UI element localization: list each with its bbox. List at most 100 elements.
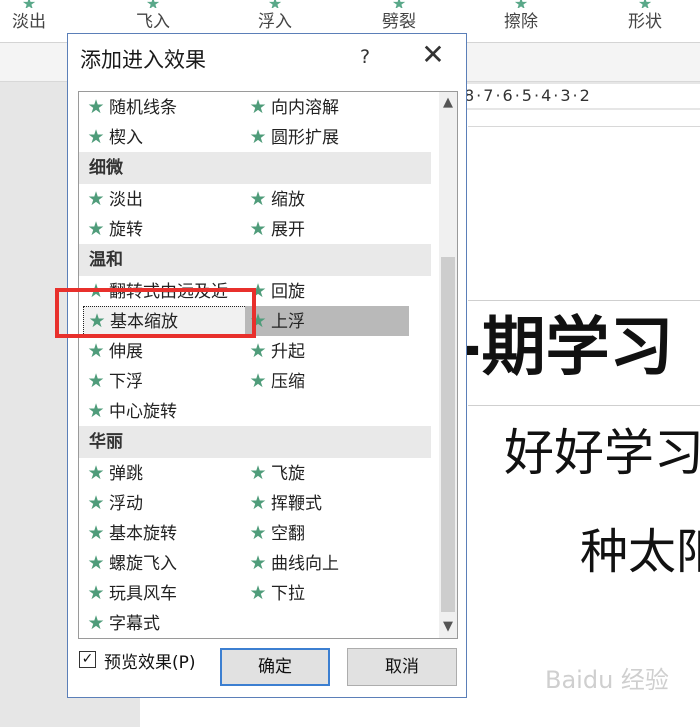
effect-item[interactable]: ★ 挥鞭式 (245, 488, 409, 518)
annotation-highlight-box (55, 288, 256, 338)
category-header: 温和 (79, 244, 431, 276)
effect-item[interactable]: ★ 弹跳 (83, 458, 249, 488)
effect-item[interactable]: ★ 中心旋转 (83, 396, 249, 426)
effect-item[interactable]: ★ 下拉 (245, 578, 409, 608)
effect-item[interactable]: ★ 展开 (245, 214, 409, 244)
star-icon: ★ (87, 552, 105, 574)
ribbon-effect-label: 擦除 (504, 12, 538, 32)
star-icon: ★ (87, 582, 105, 604)
effect-item-label: 楔入 (109, 128, 143, 148)
star-icon: ★ (249, 340, 267, 362)
slide-title[interactable]: -期学习 (455, 308, 674, 388)
effect-row: ★ 淡出 ★ 缩放 (79, 184, 441, 214)
star-icon: ★ (249, 188, 267, 210)
effect-item[interactable]: ★ 玩具风车 (83, 578, 249, 608)
ribbon-effect-label: 浮入 (258, 12, 292, 32)
star-icon: ★ (249, 582, 267, 604)
effect-row: ★ 弹跳 ★ 飞旋 (79, 458, 441, 488)
effect-row: ★ 字幕式 (79, 608, 441, 638)
ribbon-effect-label: 劈裂 (382, 12, 416, 32)
effect-item[interactable]: ★ 回旋 (245, 276, 409, 306)
effect-item[interactable]: ★ 浮动 (83, 488, 249, 518)
effect-item[interactable]: ★ 圆形扩展 (245, 122, 409, 152)
help-icon[interactable]: ? (353, 42, 377, 72)
effect-list[interactable]: ★ 随机线条 ★ 向内溶解 ★ 楔入 ★ 圆形扩展 细微 ★ 淡出 ★ 缩放 ★ 旋转 ★ 展开 温和 ★ 翻转式由远… (78, 91, 458, 639)
category-header: 细微 (79, 152, 431, 184)
ruler: 8·7·6·5·4·3·2 (460, 84, 700, 108)
effect-item-label: 曲线向上 (271, 554, 339, 574)
effect-row: ★ 中心旋转 (79, 396, 441, 426)
preview-effect-label[interactable]: 预览效果(P) (104, 648, 196, 673)
ribbon-effect-2[interactable]: ★ 浮入 (240, 0, 310, 36)
star-icon: ★ (87, 462, 105, 484)
effect-item[interactable]: ★ 飞旋 (245, 458, 409, 488)
ribbon-effect-4[interactable]: ★ 擦除 (486, 0, 556, 36)
star-icon: ★ (486, 0, 556, 8)
effect-item[interactable]: ★ 伸展 (83, 336, 249, 366)
category-header: 华丽 (79, 426, 431, 458)
effect-item[interactable]: ★ 下浮 (83, 366, 249, 396)
star-icon: ★ (249, 370, 267, 392)
effect-item-label: 圆形扩展 (271, 128, 339, 148)
slide-subtitle-1[interactable]: 好好学习 (504, 418, 700, 488)
star-icon: ★ (249, 126, 267, 148)
preview-effect-checkbox[interactable]: ✓ (79, 651, 96, 668)
star-icon: ★ (249, 552, 267, 574)
effect-item-label: 升起 (271, 342, 305, 362)
effect-row: ★ 伸展 ★ 升起 (79, 336, 441, 366)
effect-item-label: 基本旋转 (109, 524, 177, 544)
ribbon-effect-5[interactable]: ★ 形状 (610, 0, 680, 36)
effect-item[interactable]: ★ 螺旋飞入 (83, 548, 249, 578)
close-icon[interactable]: ✕ (418, 40, 448, 70)
effect-item-label: 飞旋 (271, 464, 305, 484)
dialog-title: 添加进入效果 (80, 48, 206, 72)
scroll-down-arrow-icon[interactable]: ▼ (439, 616, 457, 638)
effect-item[interactable]: ★ 旋转 (83, 214, 249, 244)
slide-subtitle-2[interactable]: 种太阳 (580, 520, 700, 584)
effect-item[interactable]: ★ 字幕式 (83, 608, 249, 638)
star-icon: ★ (0, 0, 64, 8)
star-icon: ★ (87, 370, 105, 392)
star-icon: ★ (364, 0, 434, 8)
ribbon-effect-label: 形状 (628, 12, 662, 32)
star-icon: ★ (87, 340, 105, 362)
effect-item[interactable]: ★ 淡出 (83, 184, 249, 214)
ribbon-effect-3[interactable]: ★ 劈裂 (364, 0, 434, 36)
add-entrance-effect-dialog: 添加进入效果 ? ✕ ★ 随机线条 ★ 向内溶解 ★ 楔入 ★ 圆形扩展 细微 ★ 淡出 ★ 缩放 ★ 旋转… (67, 33, 467, 698)
ribbon-effect-0[interactable]: ★ 淡出 (0, 0, 64, 36)
cancel-button[interactable]: 取消 (347, 648, 457, 686)
star-icon: ★ (87, 400, 105, 422)
star-icon: ★ (87, 96, 105, 118)
ribbon-effect-1[interactable]: ★ 飞入 (118, 0, 188, 36)
star-icon: ★ (87, 126, 105, 148)
star-icon: ★ (87, 492, 105, 514)
effect-item[interactable]: ★ 随机线条 (83, 92, 249, 122)
effect-item-label: 压缩 (271, 372, 305, 392)
effect-row: ★ 下浮 ★ 压缩 (79, 366, 441, 396)
effect-item-label: 上浮 (271, 312, 305, 332)
ok-button[interactable]: 确定 (220, 648, 330, 686)
effect-item[interactable]: ★ 曲线向上 (245, 548, 409, 578)
list-scrollbar[interactable]: ▲ ▼ (439, 92, 457, 638)
effect-item[interactable]: ★ 缩放 (245, 184, 409, 214)
effect-row: ★ 旋转 ★ 展开 (79, 214, 441, 244)
effect-item-label: 中心旋转 (109, 402, 177, 422)
star-icon: ★ (610, 0, 680, 8)
effect-item-label: 旋转 (109, 220, 143, 240)
effect-item[interactable]: ★ 向内溶解 (245, 92, 409, 122)
effect-item[interactable]: ★ 基本旋转 (83, 518, 249, 548)
effect-row: ★ 玩具风车 ★ 下拉 (79, 578, 441, 608)
scroll-up-arrow-icon[interactable]: ▲ (439, 92, 457, 114)
star-icon: ★ (118, 0, 188, 8)
title-box-bottom-border (468, 405, 700, 406)
effect-item-label: 回旋 (271, 282, 305, 302)
effect-item[interactable]: ★ 压缩 (245, 366, 409, 396)
star-icon: ★ (87, 612, 105, 634)
effect-item[interactable]: ★ 楔入 (83, 122, 249, 152)
ribbon-effect-label: 飞入 (136, 12, 170, 32)
effect-item[interactable]: ★ 上浮 (245, 306, 409, 336)
scroll-thumb[interactable] (441, 257, 455, 612)
effect-item[interactable]: ★ 升起 (245, 336, 409, 366)
effect-item[interactable]: ★ 空翻 (245, 518, 409, 548)
star-icon: ★ (87, 188, 105, 210)
